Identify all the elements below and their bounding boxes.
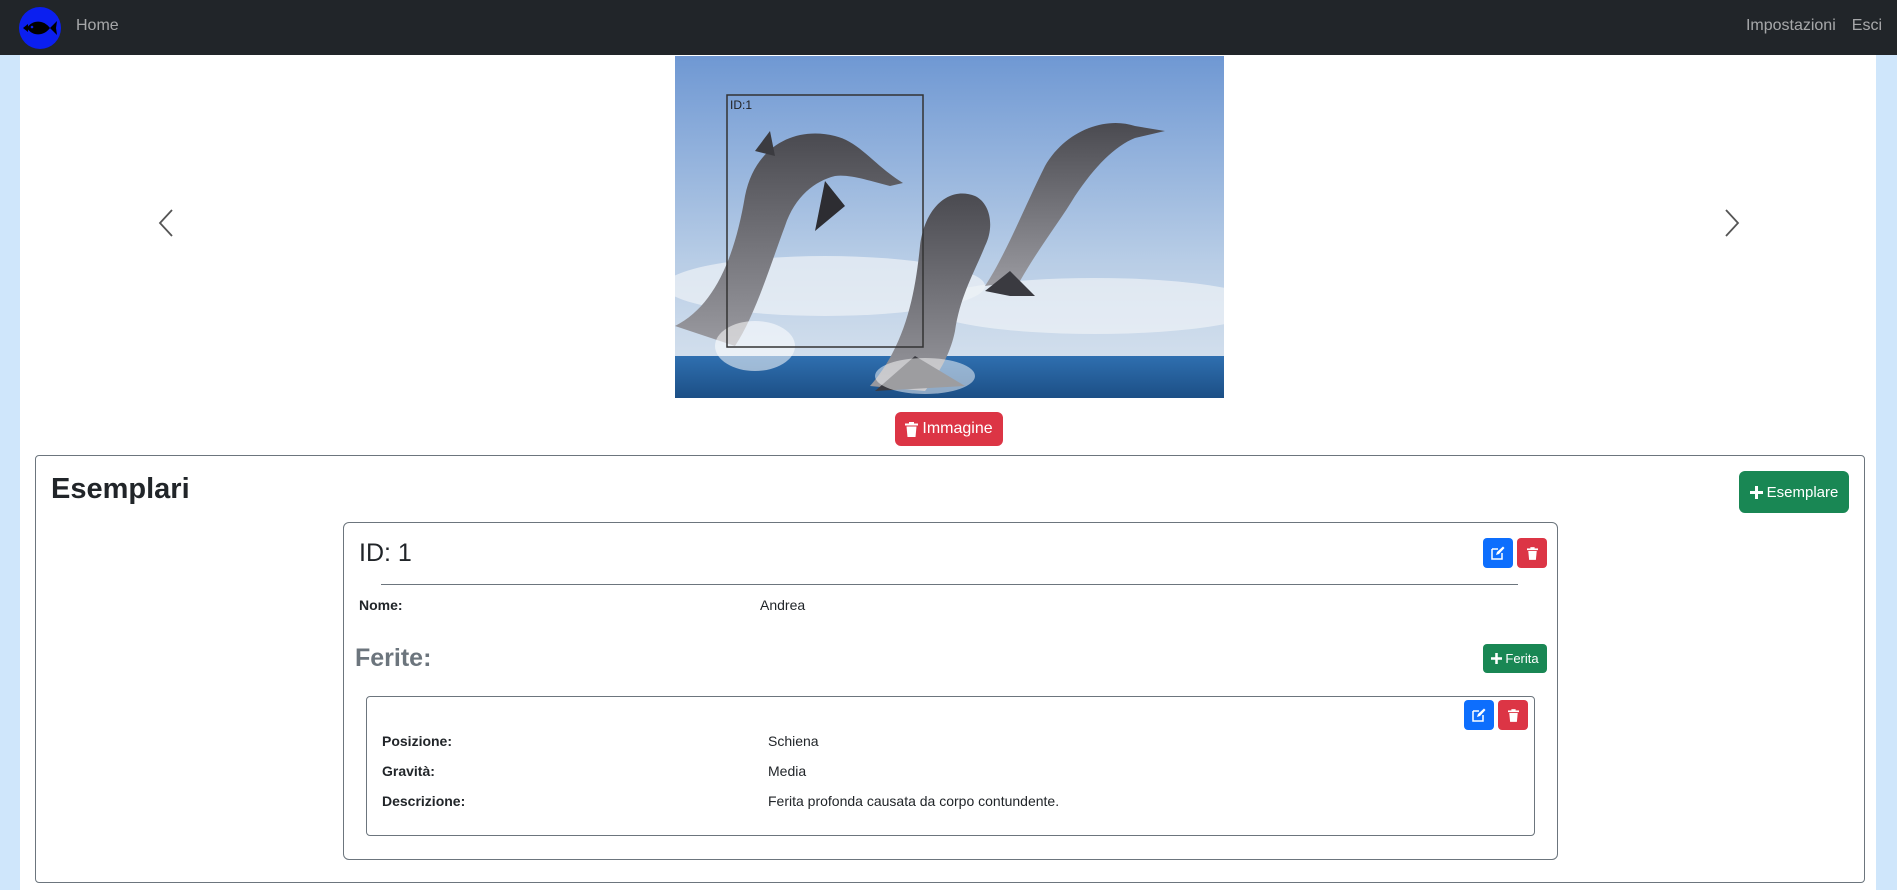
position-value: Schiena	[768, 733, 819, 749]
esemplare-actions	[1483, 538, 1547, 568]
add-esemplare-button[interactable]: Esemplare	[1739, 471, 1849, 513]
edit-icon	[1491, 546, 1505, 560]
nav-settings-link[interactable]: Impostazioni	[1746, 17, 1836, 35]
description-value: Ferita profonda causata da corpo contund…	[768, 793, 1060, 809]
chevron-right-icon	[1725, 209, 1740, 237]
ferite-title: Ferite:	[355, 644, 432, 672]
delete-ferita-button[interactable]	[1498, 700, 1528, 730]
description-label: Descrizione:	[382, 793, 466, 809]
fish-logo-icon[interactable]	[19, 7, 61, 49]
carousel-prev-button[interactable]	[146, 200, 186, 246]
esemplari-section: Esemplari Esemplare ID: 1 Nome: Andrea F…	[35, 455, 1865, 883]
add-ferita-label: Ferita	[1505, 651, 1539, 666]
esemplare-id-title: ID: 1	[359, 539, 412, 567]
carousel-next-button[interactable]	[1712, 200, 1752, 246]
delete-esemplare-button[interactable]	[1517, 538, 1547, 568]
ferita-actions	[1464, 700, 1528, 730]
divider	[381, 584, 1518, 585]
severity-label: Gravità:	[382, 763, 435, 779]
nav-home-link[interactable]: Home	[76, 17, 119, 35]
detection-label: ID:1	[730, 98, 752, 112]
name-label: Nome:	[359, 597, 403, 613]
chevron-left-icon	[158, 209, 173, 237]
edit-esemplare-button[interactable]	[1483, 538, 1513, 568]
trash-icon	[1507, 708, 1519, 722]
plus-icon	[1749, 485, 1763, 499]
ferita-card: Posizione: Schiena Gravità: Media Descri…	[366, 696, 1535, 836]
name-value: Andrea	[760, 597, 806, 613]
trash-icon	[1526, 546, 1538, 560]
carousel-image: ID:1	[675, 56, 1224, 398]
add-ferita-button[interactable]: Ferita	[1483, 644, 1547, 673]
nav-right: Impostazioni Esci	[1746, 17, 1882, 35]
nav-logout-link[interactable]: Esci	[1852, 17, 1882, 35]
delete-image-button[interactable]: Immagine	[895, 412, 1003, 446]
edit-ferita-button[interactable]	[1464, 700, 1494, 730]
position-label: Posizione:	[382, 733, 453, 749]
navbar: Home Impostazioni Esci	[0, 0, 1897, 55]
add-esemplare-label: Esemplare	[1766, 483, 1839, 501]
delete-image-label: Immagine	[922, 420, 993, 437]
plus-icon	[1491, 653, 1503, 664]
edit-icon	[1472, 708, 1486, 722]
trash-icon	[905, 421, 919, 437]
esemplare-card: ID: 1 Nome: Andrea Ferite: Ferita Posizi…	[343, 522, 1558, 860]
severity-value: Media	[768, 763, 807, 779]
esemplari-title: Esemplari	[51, 473, 190, 505]
